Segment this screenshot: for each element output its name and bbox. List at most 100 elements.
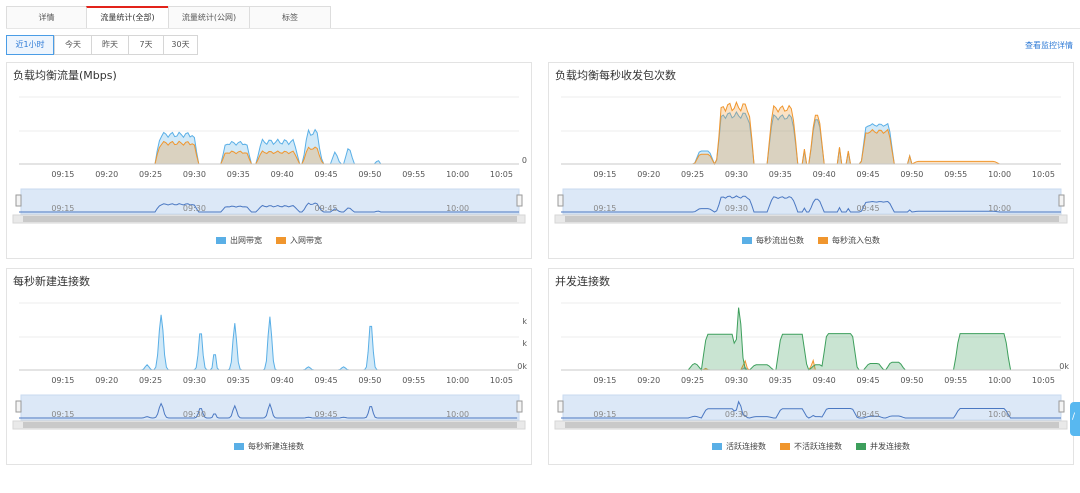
navigator-tick-label: 09:15 [593,204,616,213]
chart-legend: 每秒流出包数 每秒流入包数 [549,235,1073,246]
tab-tags[interactable]: 标签 [249,6,331,29]
chart-svg[interactable]: 09:15 09:20 09:25 09:30 09:35 09:40 09:45 09:50… [7,269,533,466]
x-tick-label: 10:05 [1032,170,1055,179]
scrollbar-thumb[interactable] [565,216,1059,222]
navigator-handle[interactable] [557,194,564,207]
x-tick-label: 10:05 [1032,376,1055,385]
x-tick-label: 09:25 [681,170,704,179]
navigator-window[interactable] [20,188,520,215]
chart-svg[interactable]: 09:15 09:20 09:25 09:30 09:35 09:40 09:45 09:50… [549,63,1075,260]
legend-label: 每秒流入包数 [832,236,880,245]
legend-label: 出网带宽 [230,236,262,245]
x-tick-label: 09:40 [813,170,836,179]
navigator-window[interactable] [20,394,520,421]
x-tick-label: 09:15 [593,170,616,179]
x-tick-label: 09:50 [358,376,381,385]
chart-panel-lb-traffic: 负载均衡流量(Mbps) 09:15 09:20 09:25 09:30 09:35 09… [6,62,532,259]
range-30-days[interactable]: 30天 [163,35,198,55]
scrollbar-thumb[interactable] [23,422,517,428]
x-tick-label: 10:05 [490,376,513,385]
tab-traffic-public[interactable]: 流量统计(公网) [168,6,249,29]
x-tick-label: 09:55 [944,170,967,179]
series-area [561,102,1061,164]
legend-item[interactable]: 不活跃连接数 [780,441,842,452]
legend-label: 不活跃连接数 [794,442,842,451]
scrollbar-thumb[interactable] [565,422,1059,428]
legend-swatch [712,443,722,450]
navigator-handle[interactable] [1058,400,1065,413]
y-tick-label: 0 [522,156,527,165]
x-tick-label: 09:30 [725,170,748,179]
navigator-handle[interactable] [516,400,523,413]
navigator-tick-label: 09:45 [314,204,337,213]
range-last-hour[interactable]: 近1小时 [6,35,54,55]
y-tick-label: 0k [1059,362,1069,371]
chart-svg[interactable]: 09:15 09:20 09:25 09:30 09:35 09:40 09:45 09:50… [549,269,1075,466]
navigator-handle[interactable] [15,194,22,207]
legend-item[interactable]: 并发连接数 [856,441,910,452]
navigator-handle[interactable] [516,194,523,207]
range-today[interactable]: 今天 [54,35,91,55]
x-tick-label: 09:20 [637,170,660,179]
x-tick-label: 09:45 [856,376,879,385]
navigator-tick-label: 10:00 [446,410,469,419]
x-tick-label: 10:05 [490,170,513,179]
navigator-tick-label: 09:30 [725,410,748,419]
legend-label: 入网带宽 [290,236,322,245]
x-tick-label: 09:30 [183,376,206,385]
legend-swatch [856,443,866,450]
tab-details[interactable]: 详情 [6,6,86,29]
legend-item[interactable]: 活跃连接数 [712,441,766,452]
x-tick-label: 09:40 [271,376,294,385]
legend-label: 活跃连接数 [726,442,766,451]
x-tick-label: 09:30 [183,170,206,179]
x-tick-label: 09:25 [139,170,162,179]
chart-panel-lb-packets: 负载均衡每秒收发包次数 09:15 09:20 09:25 09:30 09:35 09:… [548,62,1074,259]
y-tick-label: k [522,339,527,348]
x-tick-label: 09:35 [769,170,792,179]
x-tick-label: 09:55 [944,376,967,385]
chart-legend: 每秒新建连接数 [7,441,531,452]
legend-item[interactable]: 每秒流入包数 [818,235,880,246]
navigator-tick-label: 09:30 [183,204,206,213]
view-monitor-link[interactable]: 查看监控详情 [1025,40,1073,51]
navigator-tick-label: 10:00 [988,204,1011,213]
legend-item[interactable]: 出网带宽 [216,235,262,246]
navigator-tick-label: 09:45 [314,410,337,419]
legend-item[interactable]: 每秒新建连接数 [234,441,304,452]
x-tick-label: 09:40 [813,376,836,385]
x-tick-label: 09:55 [402,170,425,179]
x-tick-label: 09:15 [51,170,74,179]
tab-traffic-all[interactable]: 流量统计(全部) [86,6,168,29]
legend-swatch [780,443,790,450]
legend-swatch [818,237,828,244]
navigator-handle[interactable] [557,400,564,413]
time-range-group: 近1小时 今天 昨天 7天 30天 [6,35,198,55]
x-tick-label: 09:35 [227,170,250,179]
x-tick-label: 10:00 [446,376,469,385]
navigator-tick-label: 09:30 [183,410,206,419]
legend-item[interactable]: 入网带宽 [276,235,322,246]
x-tick-label: 09:15 [593,376,616,385]
range-7-days[interactable]: 7天 [128,35,163,55]
legend-item[interactable]: 每秒流出包数 [742,235,804,246]
navigator-tick-label: 09:15 [51,410,74,419]
x-tick-label: 09:25 [681,376,704,385]
scrollbar-thumb[interactable] [23,216,517,222]
range-yesterday[interactable]: 昨天 [91,35,128,55]
y-tick-label: k [522,317,527,326]
x-tick-label: 09:45 [314,170,337,179]
tab-bar: 详情 流量统计(全部) 流量统计(公网) 标签 [6,6,331,29]
navigator-tick-label: 09:15 [51,204,74,213]
side-float-handle[interactable]: / [1070,402,1080,436]
x-tick-label: 09:20 [95,170,118,179]
navigator-handle[interactable] [1058,194,1065,207]
x-tick-label: 10:00 [446,170,469,179]
legend-swatch [276,237,286,244]
chart-svg[interactable]: 09:15 09:20 09:25 09:30 09:35 09:40 09:45 09:50… [7,63,533,260]
navigator-handle[interactable] [15,400,22,413]
chart-panel-new-conn: 每秒新建连接数 09:15 09:20 09:25 09:30 09:35 09:40 09… [6,268,532,465]
navigator-window[interactable] [562,188,1062,215]
x-tick-label: 09:55 [402,376,425,385]
legend-swatch [742,237,752,244]
